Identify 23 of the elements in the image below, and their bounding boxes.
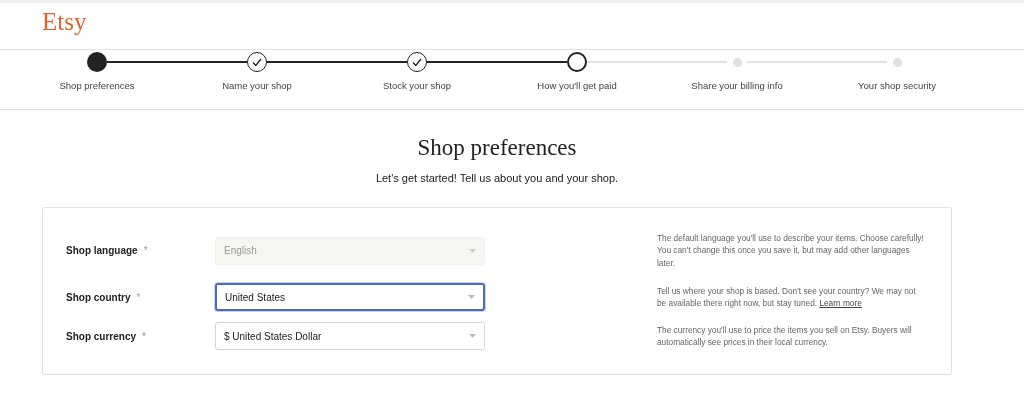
caret-icon bbox=[468, 295, 475, 300]
caret-icon bbox=[469, 334, 476, 339]
step-label[interactable]: Share your billing info bbox=[657, 79, 817, 94]
field-label: Shop currency bbox=[66, 330, 137, 342]
step-label[interactable]: How you'll get paid bbox=[497, 79, 657, 94]
step-label[interactable]: Stock your shop bbox=[337, 79, 497, 94]
help-text: The currency you'll use to price the items you sell on Etsy. Buyers will automatically see prices in their local currency. bbox=[657, 323, 913, 349]
step-label[interactable]: Your shop security bbox=[817, 79, 977, 94]
step-label[interactable]: Name your shop bbox=[177, 79, 337, 94]
help-text: Tell us where your shop is based. Don't see your country? We may not be available there right now, but stay tuned. Learn more bbox=[657, 284, 917, 310]
help-text: The default language you'll use to describe your items. Choose carefully! You can't change this once you save it, but may add other languages later. bbox=[657, 232, 925, 270]
select-field[interactable]: United States bbox=[215, 283, 485, 312]
page-subtitle: Let's get started! Tell us about you and your shop. bbox=[374, 170, 620, 186]
required-marker: * bbox=[136, 291, 141, 303]
select-field[interactable]: $ United States Dollar bbox=[215, 322, 485, 351]
required-marker: * bbox=[143, 245, 148, 257]
field-label: Shop language bbox=[66, 245, 138, 257]
step-label[interactable]: Shop preferences bbox=[17, 79, 177, 94]
required-marker: * bbox=[142, 330, 146, 342]
field-label: Shop country bbox=[66, 291, 131, 303]
caret-icon bbox=[469, 248, 476, 253]
learn-more-link[interactable]: Learn more bbox=[819, 298, 862, 309]
page-title: Shop preferences bbox=[416, 134, 578, 162]
